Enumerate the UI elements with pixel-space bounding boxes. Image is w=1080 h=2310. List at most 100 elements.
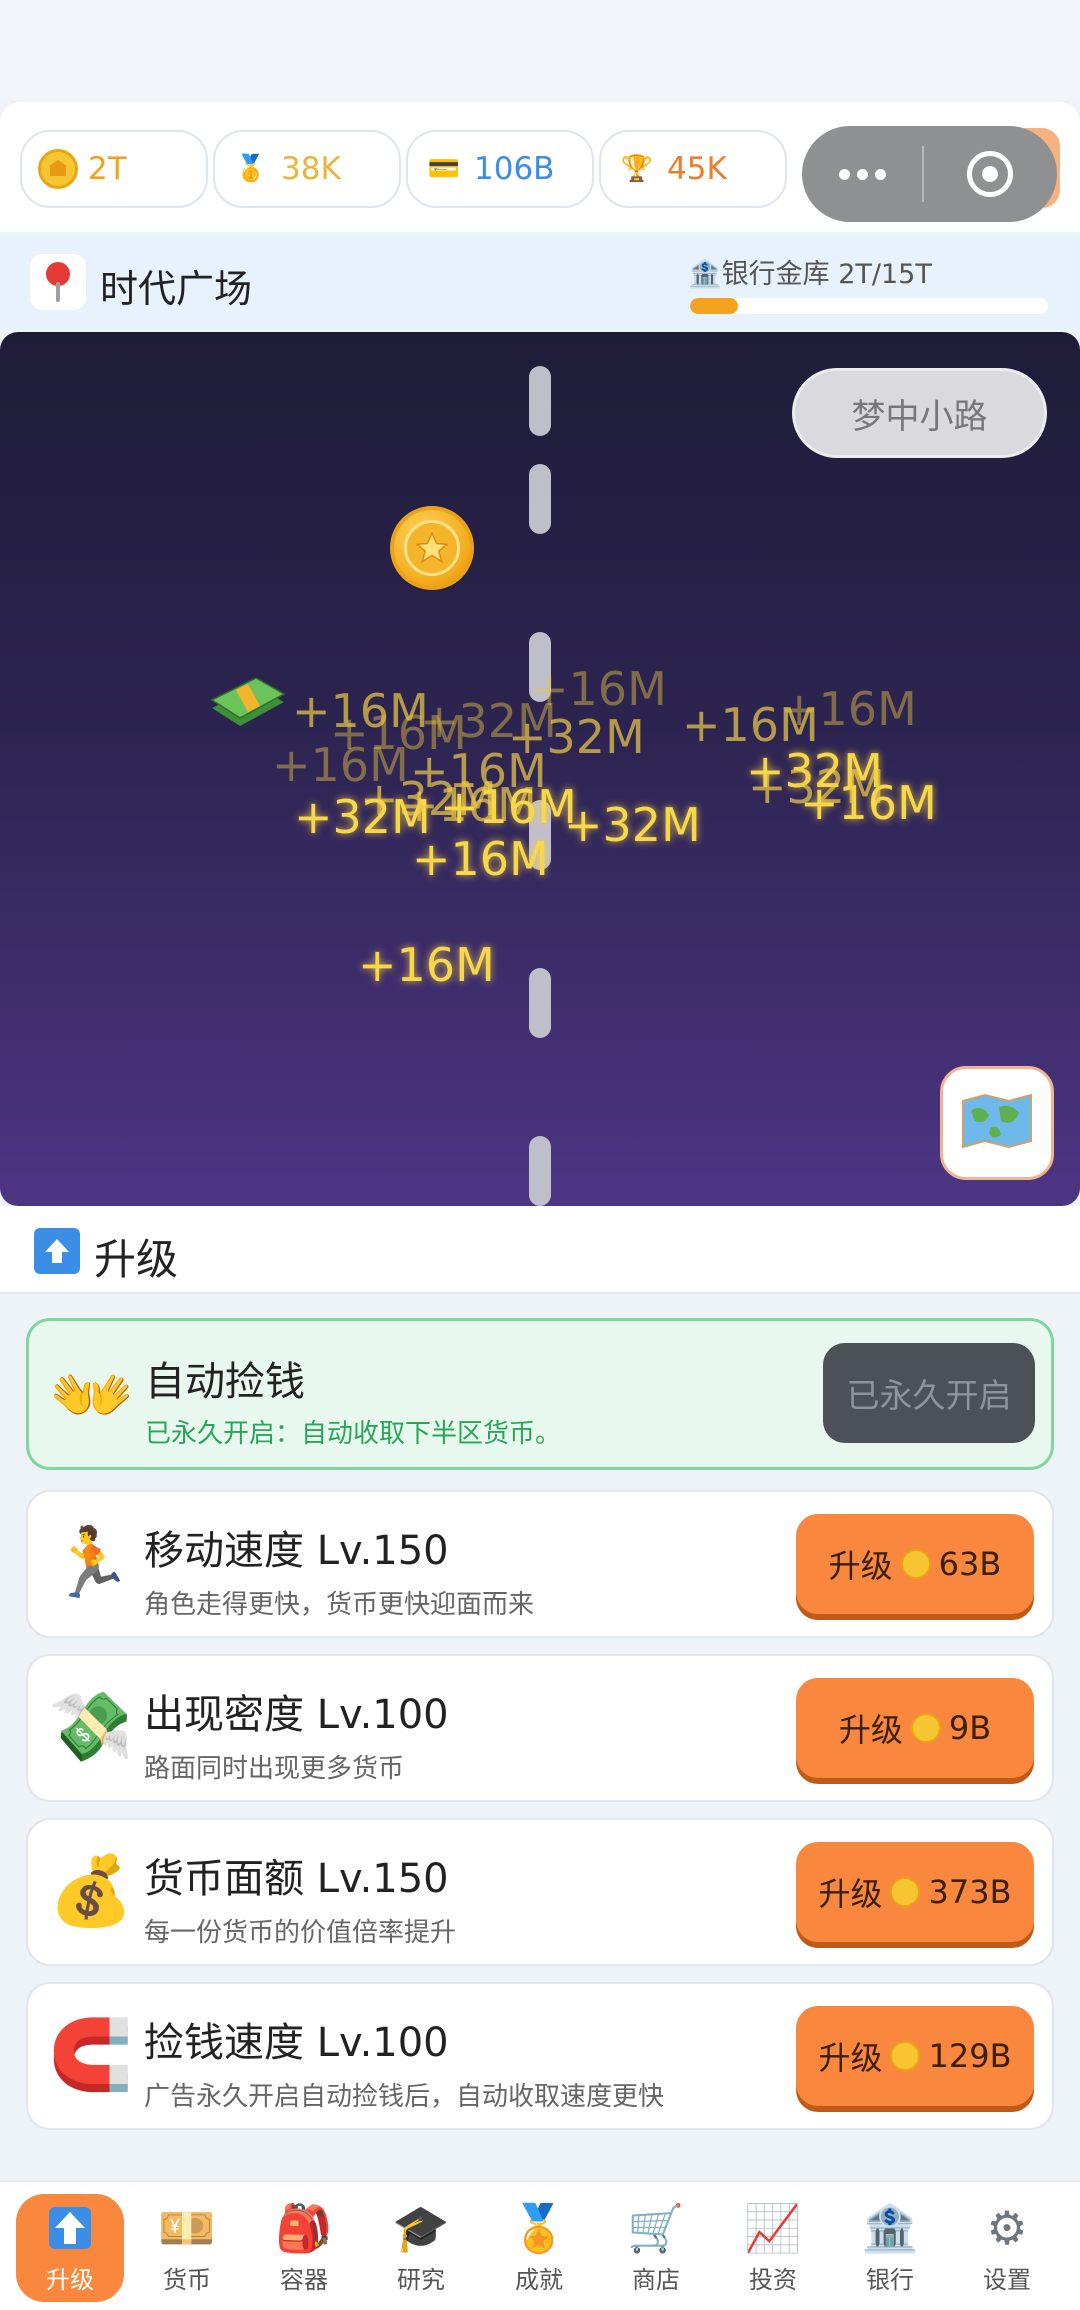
upgrade-button[interactable]: 升级 9B <box>796 1678 1034 1778</box>
money-bag-icon: 💰 <box>48 1852 134 1931</box>
bank-vault-progress-fill <box>690 298 738 314</box>
trophy-icon: 🏆 <box>620 154 654 184</box>
medal-stat[interactable]: 🥇 38K <box>213 130 401 208</box>
trophy-value: 45K <box>667 151 727 187</box>
upgrade-title: 捡钱速度 Lv.100 <box>144 2020 449 2066</box>
coin-value: 2T <box>88 151 127 187</box>
upgrade-button-label: 升级 <box>818 2039 883 2077</box>
tab-upgrade[interactable]: 升级 <box>16 2194 124 2302</box>
road-dash <box>529 968 551 1038</box>
trophy-stat[interactable]: 🏆 45K <box>599 130 787 208</box>
card-stat[interactable]: 💳 106B <box>406 130 594 208</box>
tab-label: 研究 <box>397 2266 445 2294</box>
upgrade-card-density: 💸 出现密度 Lv.100 路面同时出现更多货币 升级 9B <box>26 1654 1054 1802</box>
medal-value: 38K <box>281 151 341 187</box>
star-coin-icon[interactable] <box>390 506 474 590</box>
upgrade-button[interactable]: 升级 129B <box>796 2006 1034 2106</box>
upgrade-icon <box>42 2200 98 2256</box>
tab-achievement[interactable]: 🏅 成就 <box>484 2194 594 2302</box>
system-status-bar <box>0 0 1080 100</box>
magnet-icon: 🧲 <box>48 2016 134 2095</box>
upgrade-button[interactable]: 升级 373B <box>796 1842 1034 1942</box>
runner-icon: 🏃 <box>48 1524 134 1603</box>
upgrade-card-move-speed: 🏃 移动速度 Lv.150 角色走得更快，货币更快迎面而来 升级 63B <box>26 1490 1054 1638</box>
coin-icon <box>890 2041 921 2071</box>
upgrade-title: 货币面额 Lv.150 <box>144 1856 449 1902</box>
upgrade-button[interactable]: 升级 63B <box>796 1514 1034 1614</box>
reward-float: +16M <box>530 662 667 716</box>
coin-stat[interactable]: 2T <box>20 130 208 208</box>
place-selector-button[interactable]: 梦中小路 <box>792 368 1047 458</box>
upgrade-card-pick-speed: 🧲 捡钱速度 Lv.100 广告永久开启自动捡钱后，自动收取速度更快 升级 12… <box>26 1982 1054 2130</box>
upgrade-desc: 广告永久开启自动捡钱后，自动收取速度更快 <box>144 2082 665 2112</box>
upgrade-button-label: 升级 <box>818 1875 883 1913</box>
tab-research[interactable]: 🎓 研究 <box>366 2194 476 2302</box>
close-miniprogram-icon[interactable] <box>924 151 1056 197</box>
tab-label: 投资 <box>749 2266 797 2294</box>
auto-pick-card: 👐 自动捡钱 已永久开启：自动收取下半区货币。 已永久开启 <box>26 1318 1054 1470</box>
auto-pick-desc: 已永久开启：自动收取下半区货币。 <box>145 1419 562 1449</box>
tab-label: 设置 <box>983 2266 1031 2294</box>
road-dash <box>529 1136 551 1206</box>
money-wings-icon: 💸 <box>48 1688 134 1767</box>
medal-icon: 🏅 <box>510 2200 568 2255</box>
bank-vault-label: 🏦银行金库 2T/15T <box>688 259 932 290</box>
more-menu-icon[interactable] <box>802 168 922 180</box>
tab-invest[interactable]: 📈 投资 <box>718 2194 828 2302</box>
upgrade-cost: 63B <box>938 1545 1002 1583</box>
game-road-area[interactable]: 梦中小路 +16M +16M +32M +32M +16M +16M +32M … <box>0 332 1080 1206</box>
upgrade-section-title: 升级 <box>94 1235 179 1284</box>
world-map-button[interactable] <box>940 1066 1054 1180</box>
upgrade-desc: 角色走得更快，货币更快迎面而来 <box>144 1590 535 1620</box>
card-value: 106B <box>474 151 555 187</box>
coin-icon <box>38 149 78 189</box>
location-pin-icon <box>30 254 86 310</box>
auto-pick-status-button[interactable]: 已永久开启 <box>823 1343 1035 1443</box>
auto-pick-title: 自动捡钱 <box>145 1359 305 1405</box>
tab-label: 银行 <box>866 2266 914 2294</box>
road-dash <box>529 366 551 436</box>
upgrade-cost: 373B <box>928 1873 1012 1911</box>
reward-float: +16M <box>780 682 917 736</box>
tab-shop[interactable]: 🛒 商店 <box>601 2194 711 2302</box>
location-bar: 时代广场 🏦银行金库 2T/15T <box>0 234 1080 330</box>
upgrade-title: 出现密度 Lv.100 <box>144 1692 449 1738</box>
location-name: 时代广场 <box>100 267 253 311</box>
card-icon: 💳 <box>427 154 461 184</box>
upgrade-cost: 9B <box>948 1709 992 1747</box>
coin-icon <box>890 1877 921 1907</box>
tab-label: 货币 <box>163 2266 211 2294</box>
tab-label: 升级 <box>46 2266 94 2294</box>
reward-float: +32M <box>748 760 885 814</box>
map-icon <box>961 1093 1033 1153</box>
upgrade-desc: 路面同时出现更多货币 <box>144 1754 405 1784</box>
reward-float: +16M <box>358 938 495 992</box>
upgrade-button-label: 升级 <box>838 1711 903 1749</box>
upgrade-title: 移动速度 Lv.150 <box>144 1528 449 1574</box>
open-hands-icon: 👐 <box>49 1357 135 1436</box>
graduation-cap-icon: 🎓 <box>392 2200 450 2255</box>
reward-float: +16M <box>412 832 549 886</box>
coin-icon <box>910 1713 941 1743</box>
tab-container[interactable]: 🎒 容器 <box>249 2194 359 2302</box>
cash-stack-icon[interactable] <box>208 677 288 734</box>
tab-settings[interactable]: ⚙ 设置 <box>952 2194 1062 2302</box>
tab-currency[interactable]: 💴 货币 <box>132 2194 242 2302</box>
tab-bank[interactable]: 🏦 银行 <box>835 2194 945 2302</box>
tab-label: 商店 <box>632 2266 680 2294</box>
bottom-tab-bar: 升级 💴 货币 🎒 容器 🎓 研究 🏅 成就 🛒 商店 📈 投资 🏦 银行 ⚙ … <box>0 2180 1080 2310</box>
upgrade-desc: 每一份货币的价值倍率提升 <box>144 1918 457 1948</box>
road-dash <box>529 464 551 534</box>
coin-icon <box>900 1549 931 1579</box>
chart-icon: 📈 <box>744 2200 802 2255</box>
upgrade-arrow-icon <box>34 1228 80 1274</box>
reward-float: +16M <box>440 780 577 834</box>
bank-icon: 🏦 <box>861 2200 919 2255</box>
upgrade-cost: 129B <box>928 2037 1012 2075</box>
currency-icon: 💴 <box>158 2200 216 2255</box>
tab-label: 成就 <box>515 2266 563 2294</box>
upgrade-section-header: 升级 <box>0 1206 1080 1294</box>
gear-icon: ⚙ <box>986 2201 1028 2255</box>
cart-icon: 🛒 <box>627 2200 685 2255</box>
medal-icon: 🥇 <box>234 154 268 184</box>
